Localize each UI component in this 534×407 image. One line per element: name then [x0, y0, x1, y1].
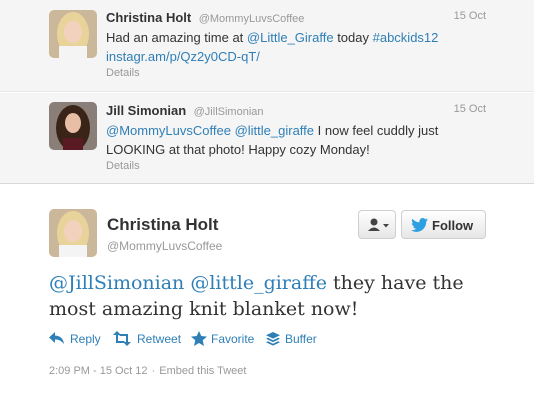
avatar[interactable]: [49, 102, 97, 150]
buffer-action[interactable]: Buffer: [265, 330, 327, 348]
mention-link[interactable]: @little_giraffe: [235, 123, 314, 138]
follow-label: Follow: [432, 218, 474, 233]
tweet-timestamp[interactable]: 2:09 PM - 15 Oct 12: [49, 365, 147, 377]
mention-link[interactable]: @Little_Giraffe: [247, 30, 334, 45]
author-screenname[interactable]: @JillSimonian: [194, 106, 264, 118]
mention-link[interactable]: @MommyLuvsCoffee: [106, 123, 231, 138]
reply-action[interactable]: Reply: [49, 330, 104, 348]
follow-button[interactable]: Follow: [401, 210, 486, 239]
tweet-meta: 2:09 PM - 15 Oct 12 · Embed this Tweet: [49, 365, 246, 377]
url-link[interactable]: instagr.am/p/Qz2y0CD-qT/: [106, 49, 260, 64]
star-icon: [191, 331, 207, 346]
main-tweet: Christina Holt @MommyLuvsCoffee Follow @…: [0, 185, 534, 407]
author-name[interactable]: Christina Holt: [107, 215, 218, 235]
favorite-action[interactable]: Favorite: [191, 330, 259, 348]
hashtag-link[interactable]: #abckids12: [373, 30, 439, 45]
retweet-action[interactable]: Retweet: [112, 330, 184, 348]
meta-separator: ·: [151, 365, 156, 377]
mention-link[interactable]: @little_giraffe: [190, 272, 327, 294]
author-screenname[interactable]: @MommyLuvsCoffee: [107, 239, 222, 253]
mention-link[interactable]: @JillSimonian: [49, 272, 184, 294]
embed-tweet-link[interactable]: Embed this Tweet: [159, 365, 246, 377]
reply-tweet[interactable]: Jill Simonian @JillSimonian 15 Oct @Momm…: [0, 93, 534, 184]
reply-tweet[interactable]: Christina Holt @MommyLuvsCoffee 15 Oct H…: [0, 0, 534, 92]
user-dropdown-icon: [368, 218, 389, 231]
buffer-stack-icon: [266, 332, 280, 346]
avatar[interactable]: [49, 209, 97, 257]
author-screenname[interactable]: @MommyLuvsCoffee: [199, 13, 305, 25]
author-name[interactable]: Christina Holt: [106, 10, 191, 25]
avatar[interactable]: [49, 10, 97, 58]
user-actions-button[interactable]: [358, 210, 396, 239]
details-link[interactable]: Details: [106, 159, 486, 173]
tweet-text: @MommyLuvsCoffee @little_giraffe I now f…: [106, 123, 439, 157]
reply-arrow-icon: [49, 332, 64, 344]
author-name[interactable]: Jill Simonian: [106, 103, 186, 118]
twitter-bird-icon: [411, 218, 428, 232]
details-link[interactable]: Details: [106, 66, 486, 80]
tweet-date[interactable]: 15 Oct: [454, 10, 486, 22]
tweet-thread: Christina Holt @MommyLuvsCoffee 15 Oct H…: [0, 0, 534, 407]
tweet-text: @JillSimonian @little_giraffe they have …: [49, 272, 464, 320]
tweet-date[interactable]: 15 Oct: [454, 103, 486, 115]
tweet-text: Had an amazing time at @Little_Giraffe t…: [106, 30, 439, 64]
retweet-icon: [113, 331, 131, 346]
